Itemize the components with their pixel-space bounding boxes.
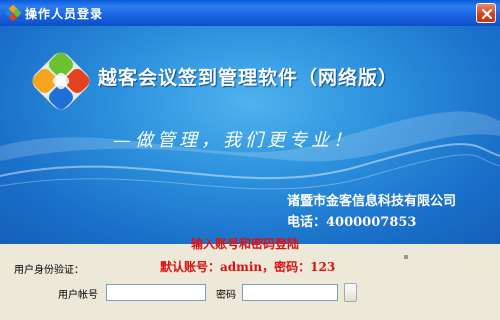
status-dot	[404, 255, 408, 259]
banner: 越客会议签到管理软件（网络版） —做管理，我们更专业！ 诸暨市金客信息科技有限公…	[0, 26, 500, 244]
close-icon	[481, 8, 493, 20]
app-icon	[5, 4, 22, 22]
username-label: 用户帐号	[58, 290, 98, 301]
password-label: 密码	[216, 290, 236, 301]
login-window: 操作人员登录 越客会议签到管理软件（网络版） —做管理，我们更专业！ 诸暨市金客…	[0, 0, 500, 320]
default-credentials-hint: 默认账号：admin，密码：123	[160, 260, 336, 274]
app-title: 越客会议签到管理软件（网络版）	[98, 67, 399, 89]
close-button[interactable]	[476, 3, 496, 23]
company-name: 诸暨市金客信息科技有限公司	[287, 194, 457, 209]
logo-icon	[32, 52, 90, 110]
verify-label: 用户身份验证：	[14, 265, 84, 276]
slogan: —做管理，我们更专业！	[113, 130, 355, 151]
password-input[interactable]	[242, 284, 338, 301]
login-hint: 输入账号和密码登陆	[191, 237, 300, 251]
window-title: 操作人员登录	[25, 7, 104, 21]
title-bar[interactable]: 操作人员登录	[0, 0, 500, 27]
login-panel: 输入账号和密码登陆 默认账号：admin，密码：123 用户身份验证： 用户帐号…	[0, 237, 500, 320]
username-input[interactable]	[106, 284, 206, 301]
login-button[interactable]	[344, 283, 357, 302]
company-phone: 电话：4000007853	[287, 215, 417, 230]
